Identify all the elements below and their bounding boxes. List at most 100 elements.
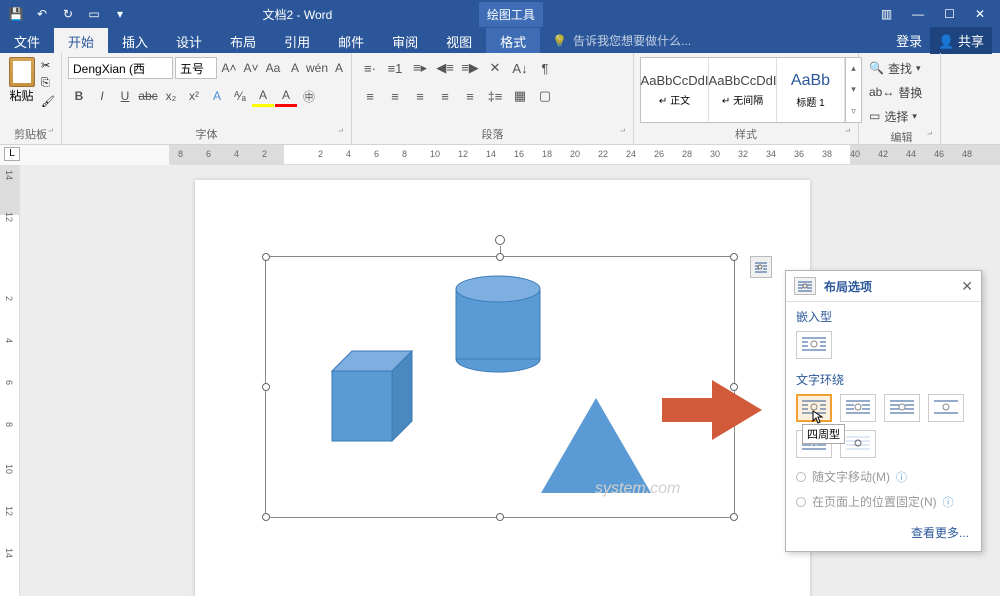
share-button[interactable]: 👤 共享	[930, 27, 992, 54]
annotation-arrow	[652, 370, 772, 450]
subscript-button[interactable]: x₂	[160, 85, 182, 107]
see-more-link[interactable]: 查看更多...	[786, 514, 981, 551]
char-border-button[interactable]: A	[329, 57, 349, 79]
bullets-button[interactable]: ≡·	[358, 57, 382, 79]
justify-button[interactable]: ≡	[433, 85, 457, 107]
resize-handle-tl[interactable]	[262, 253, 270, 261]
rotate-handle[interactable]	[495, 235, 505, 245]
tell-me[interactable]: 💡 告诉我您想要做什么...	[540, 28, 896, 53]
copy-icon[interactable]: ⎘	[41, 77, 55, 91]
tab-insert[interactable]: 插入	[108, 28, 162, 53]
highlight-button[interactable]: A	[252, 85, 274, 107]
resize-handle-br[interactable]	[730, 513, 738, 521]
decrease-indent-button[interactable]: ◀≡	[433, 57, 457, 79]
shape-triangle[interactable]	[541, 398, 651, 493]
char-shading-button[interactable]: ᴬ⁄ₐ	[229, 85, 251, 107]
qat-more-icon[interactable]: ▾	[112, 6, 128, 22]
clipboard-icon	[9, 57, 35, 87]
paste-button[interactable]: 粘贴	[6, 57, 37, 104]
tab-layout[interactable]: 布局	[216, 28, 270, 53]
superscript-button[interactable]: x²	[183, 85, 205, 107]
font-name-combo[interactable]	[68, 57, 173, 79]
tab-references[interactable]: 引用	[270, 28, 324, 53]
shape-cylinder[interactable]	[453, 274, 543, 374]
distribute-button[interactable]: ≡	[458, 85, 482, 107]
tab-home[interactable]: 开始	[54, 28, 108, 53]
radio-move-with-text[interactable]: 随文字移动(M) ⓘ	[786, 464, 981, 489]
ribbon-options-icon[interactable]: ▥	[881, 7, 892, 21]
resize-handle-tr[interactable]	[730, 253, 738, 261]
show-marks-button[interactable]: ¶	[533, 57, 557, 79]
tab-file[interactable]: 文件	[0, 28, 54, 53]
shrink-font-button[interactable]: A˅	[241, 57, 261, 79]
underline-button[interactable]: U	[114, 85, 136, 107]
radio-fix-position[interactable]: 在页面上的位置固定(N) ⓘ	[786, 489, 981, 514]
resize-handle-ml[interactable]	[262, 383, 270, 391]
sort-button[interactable]: A↓	[508, 57, 532, 79]
italic-button[interactable]: I	[91, 85, 113, 107]
ruler-horizontal[interactable]: 8642246810121416182022242628303234363840…	[170, 145, 1000, 165]
minimize-icon[interactable]: —	[912, 7, 924, 21]
enclose-chars-button[interactable]: ㊥	[298, 85, 320, 107]
login-link[interactable]: 登录	[896, 31, 922, 50]
maximize-icon[interactable]: ☐	[944, 7, 955, 21]
resize-handle-bl[interactable]	[262, 513, 270, 521]
styles-gallery[interactable]: AaBbCcDdI ↵ 正文 AaBbCcDdI ↵ 无间隔 AaBb 标题 1…	[640, 57, 862, 123]
wrap-inline[interactable]	[796, 331, 832, 359]
style-nospacing[interactable]: AaBbCcDdI ↵ 无间隔	[709, 58, 777, 122]
text-direction-button[interactable]: ✕	[483, 57, 507, 79]
tab-review[interactable]: 审阅	[378, 28, 432, 53]
undo-icon[interactable]: ↶	[34, 6, 50, 22]
tab-design[interactable]: 设计	[162, 28, 216, 53]
text-effects-button[interactable]: A	[206, 85, 228, 107]
redo-icon[interactable]: ↻	[60, 6, 76, 22]
shape-cube[interactable]	[317, 346, 417, 446]
numbering-button[interactable]: ≡1	[383, 57, 407, 79]
borders-button[interactable]: ▢	[533, 85, 557, 107]
resize-handle-tc[interactable]	[496, 253, 504, 261]
align-center-button[interactable]: ≡	[383, 85, 407, 107]
find-button[interactable]: 🔍查找▾	[869, 57, 921, 79]
font-color-button[interactable]: A	[275, 85, 297, 107]
save-icon[interactable]: 💾	[8, 6, 24, 22]
align-left-button[interactable]: ≡	[358, 85, 382, 107]
tab-mailings[interactable]: 邮件	[324, 28, 378, 53]
layout-options-anchor[interactable]	[750, 256, 772, 278]
clear-formatting-button[interactable]: A	[285, 57, 305, 79]
new-doc-icon[interactable]: ▭	[86, 6, 102, 22]
format-painter-icon[interactable]: 🖌	[41, 95, 55, 109]
phonetic-guide-button[interactable]: wén	[307, 57, 327, 79]
wrap-front[interactable]	[840, 430, 876, 458]
increase-indent-button[interactable]: ≡▶	[458, 57, 482, 79]
select-button[interactable]: ▭选择▾	[869, 105, 917, 127]
quick-access-toolbar: 💾 ↶ ↻ ▭ ▾	[0, 6, 136, 22]
ruler-vertical[interactable]: 14122468101214	[0, 165, 20, 596]
line-spacing-button[interactable]: ‡≡	[483, 85, 507, 107]
info-icon[interactable]: ⓘ	[943, 494, 954, 510]
tab-format[interactable]: 格式	[486, 28, 540, 53]
style-heading1[interactable]: AaBb 标题 1	[777, 58, 845, 122]
popup-close-button[interactable]: ✕	[961, 278, 973, 295]
tab-view[interactable]: 视图	[432, 28, 486, 53]
style-normal[interactable]: AaBbCcDdI ↵ 正文	[641, 58, 709, 122]
info-icon[interactable]: ⓘ	[896, 469, 907, 485]
wrap-topbottom[interactable]	[928, 394, 964, 422]
resize-handle-bc[interactable]	[496, 513, 504, 521]
grow-font-button[interactable]: A˄	[219, 57, 239, 79]
tab-selector[interactable]: L	[4, 147, 20, 161]
ribbon: 粘贴 ✂ ⎘ 🖌 剪贴板 A˄ A˅ Aa A wén A B	[0, 53, 1000, 145]
font-size-combo[interactable]	[175, 57, 217, 79]
change-case-button[interactable]: Aa	[263, 57, 283, 79]
strikethrough-button[interactable]: abc	[137, 85, 159, 107]
wrap-square[interactable]: 四周型	[796, 394, 832, 422]
shading-button[interactable]: ▦	[508, 85, 532, 107]
cut-icon[interactable]: ✂	[41, 59, 55, 73]
replace-button[interactable]: ab↔替换	[869, 81, 922, 103]
close-icon[interactable]: ✕	[975, 7, 985, 21]
group-editing: 🔍查找▾ ab↔替换 ▭选择▾ 编辑	[859, 53, 941, 144]
wrap-tight[interactable]	[840, 394, 876, 422]
align-right-button[interactable]: ≡	[408, 85, 432, 107]
multilevel-button[interactable]: ≡▸	[408, 57, 432, 79]
wrap-through[interactable]	[884, 394, 920, 422]
bold-button[interactable]: B	[68, 85, 90, 107]
